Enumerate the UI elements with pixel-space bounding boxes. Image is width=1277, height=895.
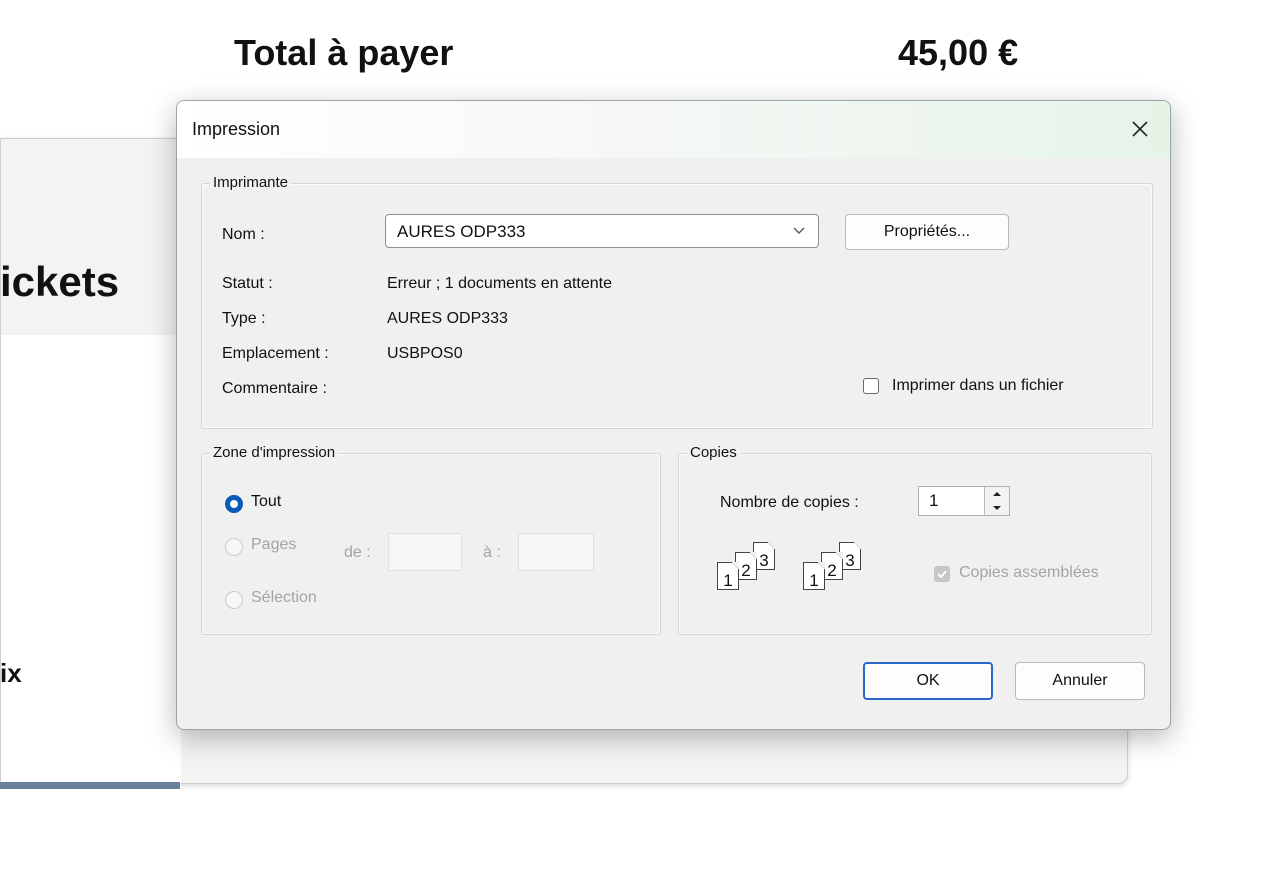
background-heading: ickets — [0, 258, 120, 305]
status-value: Erreur ; 1 documents en attente — [387, 275, 613, 292]
collate-pages-icon: 3 2 1 — [705, 542, 785, 610]
radio-pages-label[interactable]: Pages — [251, 536, 296, 554]
dialog-titlebar: Impression — [177, 101, 1170, 158]
status-label: Statut : — [222, 275, 273, 292]
checkmark-icon — [937, 570, 947, 579]
comment-label: Commentaire : — [222, 380, 327, 397]
copies-count-spinner[interactable]: 1 — [918, 486, 1010, 516]
type-value: AURES ODP333 — [387, 310, 508, 327]
location-value: USBPOS0 — [387, 345, 463, 362]
copies-count-label: Nombre de copies : — [720, 494, 859, 511]
from-label: de : — [344, 544, 371, 561]
spin-down-icon — [992, 506, 1001, 510]
spin-up-icon — [992, 492, 1001, 496]
ok-button[interactable]: OK — [863, 662, 993, 700]
close-icon — [1132, 121, 1148, 137]
printer-group: Imprimante Nom : AURES ODP333 Propriétés… — [201, 174, 1153, 429]
collate-pages-icon: 3 2 1 — [791, 542, 871, 610]
radio-selection-label[interactable]: Sélection — [251, 589, 317, 607]
collate-page: 1 — [717, 562, 739, 590]
dialog-title: Impression — [192, 119, 281, 139]
spinner-arrows — [984, 487, 1009, 515]
print-to-file-label[interactable]: Imprimer dans un fichier — [892, 377, 1064, 395]
radio-pages[interactable] — [225, 538, 243, 556]
background-panel-column — [1, 335, 181, 895]
radio-selection[interactable] — [225, 591, 243, 609]
chevron-down-icon — [793, 227, 805, 234]
properties-button[interactable]: Propriétés... — [845, 214, 1009, 250]
copies-count-value: 1 — [929, 491, 939, 510]
location-label: Emplacement : — [222, 345, 329, 362]
collate-checkbox[interactable] — [934, 566, 950, 582]
copies-group: Copies Nombre de copies : 1 3 2 1 3 2 1 — [678, 444, 1152, 635]
radio-all-label[interactable]: Tout — [251, 493, 281, 511]
total-label: Total à payer — [234, 32, 454, 73]
print-range-group: Zone d'impression Tout Pages de : à : Sé… — [201, 444, 661, 635]
printer-select-value: AURES ODP333 — [397, 222, 526, 241]
radio-all[interactable] — [225, 495, 243, 513]
print-to-file-checkbox[interactable] — [863, 378, 879, 394]
to-page-input[interactable] — [518, 533, 594, 571]
type-label: Type : — [222, 310, 266, 327]
print-range-legend: Zone d'impression — [210, 444, 339, 461]
spin-up-button[interactable] — [985, 487, 1008, 501]
spin-down-button[interactable] — [985, 501, 1008, 515]
background-text: ix — [0, 658, 22, 688]
printer-group-legend: Imprimante — [210, 174, 292, 191]
from-page-input[interactable] — [388, 533, 462, 571]
collate-page: 1 — [803, 562, 825, 590]
printer-select[interactable]: AURES ODP333 — [385, 214, 819, 248]
close-button[interactable] — [1118, 109, 1162, 149]
print-dialog: Impression Imprimante Nom : AURES ODP333… — [176, 100, 1171, 730]
printer-name-label: Nom : — [222, 226, 265, 243]
cancel-button[interactable]: Annuler — [1015, 662, 1145, 700]
to-label: à : — [483, 544, 501, 561]
total-amount: 45,00 € — [898, 32, 1019, 73]
collate-label[interactable]: Copies assemblées — [959, 564, 1099, 582]
copies-legend: Copies — [687, 444, 740, 461]
background-bottom-bar — [0, 782, 180, 789]
